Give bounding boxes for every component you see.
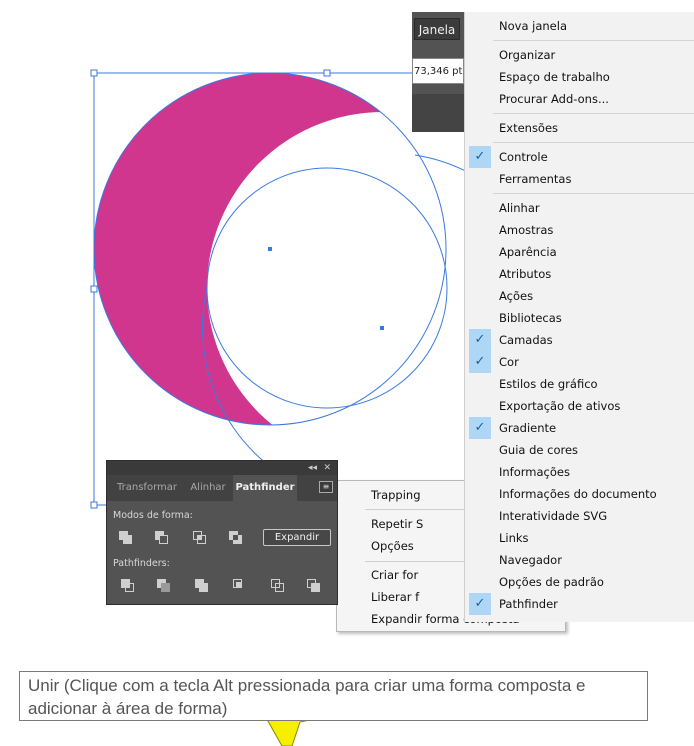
expand-button[interactable]: Expandir — [263, 529, 331, 546]
control-bar-lower — [412, 94, 464, 132]
menu-item-bibliotecas[interactable]: Bibliotecas — [465, 307, 694, 329]
dimension-value-field[interactable]: 73,346 pt — [412, 58, 464, 84]
menu-item-cor[interactable]: ✓ Cor — [465, 351, 694, 373]
unite-icon[interactable] — [119, 531, 133, 545]
tab-transformar[interactable]: Transformar — [111, 475, 183, 501]
minus-front-icon[interactable] — [155, 531, 169, 545]
handle-top-left[interactable] — [90, 69, 98, 77]
menu-item-estilos-grafico[interactable]: Estilos de gráfico — [465, 373, 694, 395]
menu-item-informacoes-documento[interactable]: Informações do documento — [465, 483, 694, 505]
window-menu: Nova janela Organizar Espaço de trabalho… — [464, 12, 694, 622]
checkmark-icon: ✓ — [469, 417, 491, 439]
handle-top-mid[interactable] — [323, 69, 331, 77]
menu-item-aparencia[interactable]: Aparência — [465, 241, 694, 263]
flyout-item-options[interactable]: Opções — [371, 539, 414, 553]
unite-tooltip: Unir (Clique com a tecla Alt pressionada… — [19, 671, 648, 721]
menu-item-camadas[interactable]: ✓ Camadas — [465, 329, 694, 351]
tooltip-line-2: adicionar à área de forma) — [28, 699, 228, 718]
handle-bottom-left[interactable] — [90, 501, 98, 509]
trim-icon[interactable] — [157, 579, 171, 593]
menu-item-extensoes[interactable]: Extensões — [465, 117, 694, 139]
menu-item-opcoes-padrao[interactable]: Opções de padrão — [465, 571, 694, 593]
tab-pathfinder[interactable]: Pathfinder — [233, 475, 297, 501]
center-point-1 — [268, 247, 272, 251]
shape-modes-label: Modos de forma: — [113, 510, 193, 521]
menu-item-alinhar[interactable]: Alinhar — [465, 197, 694, 219]
menu-item-navegador[interactable]: Navegador — [465, 549, 694, 571]
menu-item-acoes[interactable]: Ações — [465, 285, 694, 307]
tooltip-line-1: Unir (Clique com a tecla Alt pressionada… — [28, 676, 586, 695]
tab-alinhar[interactable]: Alinhar — [185, 475, 231, 501]
panel-title-bar[interactable]: ◂◂ ✕ — [107, 461, 337, 475]
intersect-icon[interactable] — [193, 531, 207, 545]
menu-item-procurar-addons[interactable]: Procurar Add-ons... — [465, 88, 694, 110]
menu-item-exportacao-ativos[interactable]: Exportação de ativos — [465, 395, 694, 417]
pathfinder-panel: ◂◂ ✕ Transformar Alinhar Pathfinder ≡ Mo… — [106, 460, 338, 605]
control-bar: Janela 73,346 pt — [412, 12, 464, 132]
flyout-item-trapping[interactable]: Trapping — [371, 488, 421, 502]
collapse-panel-icon[interactable]: ◂◂ — [308, 461, 317, 475]
menu-item-informacoes[interactable]: Informações — [465, 461, 694, 483]
menu-item-interatividade-svg[interactable]: Interatividade SVG — [465, 505, 694, 527]
checkmark-icon: ✓ — [469, 351, 491, 373]
handle-mid-left[interactable] — [90, 285, 98, 293]
pathfinders-label: Pathfinders: — [113, 558, 170, 569]
menu-item-ferramentas[interactable]: Ferramentas — [465, 168, 694, 190]
checkmark-icon: ✓ — [469, 593, 491, 615]
checkmark-icon: ✓ — [469, 329, 491, 351]
flyout-item-make-compound[interactable]: Criar for — [371, 568, 418, 582]
minus-back-icon[interactable] — [307, 579, 321, 593]
menu-item-organizar[interactable]: Organizar — [465, 44, 694, 66]
close-panel-icon[interactable]: ✕ — [323, 461, 331, 475]
menu-item-gradiente[interactable]: ✓ Gradiente — [465, 417, 694, 439]
menu-item-guia-cores[interactable]: Guia de cores — [465, 439, 694, 461]
menu-item-pathfinder[interactable]: ✓ Pathfinder — [465, 593, 694, 615]
menu-item-espaco-trabalho[interactable]: Espaço de trabalho — [465, 66, 694, 88]
panel-tabs: Transformar Alinhar Pathfinder ≡ — [107, 475, 337, 501]
crop-icon[interactable] — [233, 579, 247, 593]
menu-item-atributos[interactable]: Atributos — [465, 263, 694, 285]
inner-circle-outline — [206, 167, 448, 409]
menu-item-nova-janela[interactable]: Nova janela — [465, 15, 694, 37]
exclude-icon[interactable] — [229, 531, 243, 545]
menu-item-amostras[interactable]: Amostras — [465, 219, 694, 241]
menu-item-links[interactable]: Links — [465, 527, 694, 549]
flyout-item-repeat[interactable]: Repetir S — [371, 517, 423, 531]
outline-icon[interactable] — [271, 579, 285, 593]
center-point-2 — [380, 326, 384, 330]
menu-item-controle[interactable]: ✓ Controle — [465, 146, 694, 168]
panel-menu-icon[interactable]: ≡ — [319, 481, 333, 493]
window-menu-tab[interactable]: Janela — [414, 18, 460, 40]
flyout-item-release-compound[interactable]: Liberar f — [371, 590, 419, 604]
checkmark-icon: ✓ — [469, 146, 491, 168]
merge-icon[interactable] — [195, 579, 209, 593]
divide-icon[interactable] — [121, 579, 135, 593]
